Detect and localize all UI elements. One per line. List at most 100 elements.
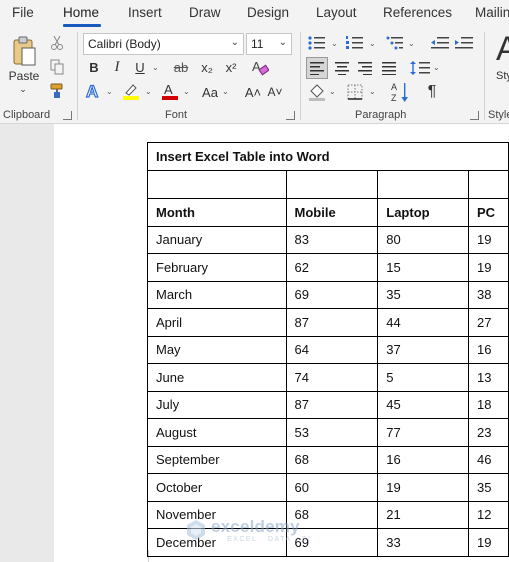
table-cell[interactable]: October [147, 473, 287, 502]
font-color-icon[interactable]: A [160, 81, 180, 101]
table-cell[interactable]: 87 [285, 308, 379, 337]
table-cell[interactable]: 19 [377, 473, 470, 502]
table-cell[interactable]: 19 [468, 528, 509, 557]
sort-icon[interactable]: AZ [388, 80, 414, 104]
table-cell[interactable]: 77 [377, 418, 470, 447]
font-launcher-icon[interactable] [286, 111, 295, 120]
tab-file[interactable]: File [12, 5, 34, 20]
subscript-button[interactable]: x₂ [198, 58, 216, 76]
table-cell[interactable]: 45 [377, 390, 470, 419]
styles-gallery-icon[interactable]: A [496, 30, 509, 68]
table-cell[interactable]: September [147, 445, 287, 474]
shading-icon[interactable] [307, 82, 327, 102]
paste-icon[interactable] [10, 36, 38, 68]
table-cell[interactable]: 16 [377, 445, 470, 474]
tab-design[interactable]: Design [247, 5, 289, 20]
table-cell[interactable]: 35 [468, 473, 509, 502]
numbering-icon[interactable] [345, 34, 365, 52]
table-cell[interactable]: June [147, 363, 287, 392]
align-left-button[interactable] [306, 57, 328, 79]
table-cell[interactable]: 69 [285, 528, 379, 557]
table-cell[interactable]: 87 [285, 390, 379, 419]
change-case-button[interactable]: Aa [199, 83, 221, 101]
font-name-combo[interactable]: Calibri (Body) ⌄ [83, 33, 244, 55]
align-center-icon[interactable] [331, 57, 353, 79]
paste-button[interactable]: Paste [6, 69, 42, 83]
table-cell[interactable]: 80 [377, 225, 470, 254]
shrink-font-button[interactable]: A˅ [266, 83, 284, 101]
bullets-dropdown-icon[interactable]: ⌄ [331, 39, 338, 48]
text-effects-icon[interactable]: A [84, 81, 104, 101]
table-cell[interactable]: 13 [468, 363, 509, 392]
table-cell[interactable]: 62 [285, 253, 379, 282]
shading-dropdown-icon[interactable]: ⌄ [329, 87, 336, 96]
tab-insert[interactable]: Insert [128, 5, 162, 20]
table-cell[interactable] [468, 170, 509, 199]
table-cell[interactable] [147, 170, 287, 199]
table-cell[interactable] [285, 170, 379, 199]
table-cell[interactable]: 83 [285, 225, 379, 254]
table-cell[interactable]: 38 [468, 280, 509, 309]
table-cell[interactable]: November [147, 500, 287, 529]
table-cell[interactable]: 21 [377, 500, 470, 529]
table-cell[interactable]: March [147, 280, 287, 309]
superscript-button[interactable]: x² [222, 58, 240, 76]
clear-formatting-icon[interactable]: A [250, 57, 270, 77]
paste-dropdown-icon[interactable]: ⌄ [17, 84, 29, 94]
data-table[interactable]: Insert Excel Table into Word Month Mobil… [147, 142, 509, 557]
bullets-icon[interactable] [307, 34, 327, 52]
table-cell[interactable]: 16 [468, 335, 509, 364]
table-cell[interactable]: 68 [285, 500, 379, 529]
tab-home[interactable]: Home [63, 5, 99, 20]
italic-button[interactable]: I [109, 58, 125, 76]
highlight-icon[interactable] [121, 81, 141, 101]
table-cell[interactable]: 5 [377, 363, 470, 392]
table-header-laptop[interactable]: Laptop [377, 198, 470, 227]
cut-icon[interactable] [48, 34, 66, 52]
strikethrough-button[interactable]: ab [170, 58, 192, 76]
table-cell[interactable]: April [147, 308, 287, 337]
table-header-pc[interactable]: PC [468, 198, 509, 227]
table-cell[interactable]: 74 [285, 363, 379, 392]
tab-mailings[interactable]: Mailin [475, 5, 509, 20]
table-cell[interactable]: 23 [468, 418, 509, 447]
grow-font-button[interactable]: A˄ [244, 83, 262, 101]
line-spacing-icon[interactable] [408, 57, 432, 79]
table-cell[interactable]: 35 [377, 280, 470, 309]
table-cell[interactable]: January [147, 225, 287, 254]
table-cell[interactable]: 19 [468, 225, 509, 254]
tab-references[interactable]: References [383, 5, 452, 20]
table-header-mobile[interactable]: Mobile [285, 198, 379, 227]
decrease-indent-icon[interactable] [430, 34, 450, 52]
table-cell[interactable]: 68 [285, 445, 379, 474]
change-case-dropdown-icon[interactable]: ⌄ [222, 87, 229, 96]
table-cell[interactable]: 64 [285, 335, 379, 364]
borders-dropdown-icon[interactable]: ⌄ [369, 87, 376, 96]
table-header-month[interactable]: Month [147, 198, 287, 227]
borders-icon[interactable] [345, 82, 365, 102]
table-cell[interactable]: 15 [377, 253, 470, 282]
table-cell[interactable] [377, 170, 470, 199]
table-cell[interactable]: 27 [468, 308, 509, 337]
multilevel-list-icon[interactable] [385, 34, 405, 52]
table-cell[interactable]: 46 [468, 445, 509, 474]
justify-icon[interactable] [378, 57, 400, 79]
table-cell[interactable]: 33 [377, 528, 470, 557]
line-spacing-dropdown-icon[interactable]: ⌄ [433, 63, 440, 72]
table-cell[interactable]: 69 [285, 280, 379, 309]
table-cell[interactable]: December [147, 528, 287, 557]
font-color-dropdown-icon[interactable]: ⌄ [183, 87, 190, 96]
paragraph-launcher-icon[interactable] [470, 111, 479, 120]
font-size-combo[interactable]: 11 ⌄ [246, 33, 292, 55]
table-cell[interactable]: 44 [377, 308, 470, 337]
table-cell[interactable]: July [147, 390, 287, 419]
highlight-dropdown-icon[interactable]: ⌄ [145, 87, 152, 96]
table-cell[interactable]: 18 [468, 390, 509, 419]
table-title[interactable]: Insert Excel Table into Word [147, 142, 509, 171]
copy-icon[interactable] [48, 58, 66, 76]
table-cell[interactable]: 60 [285, 473, 379, 502]
format-painter-icon[interactable] [47, 82, 67, 100]
clipboard-launcher-icon[interactable] [63, 111, 72, 120]
tab-layout[interactable]: Layout [316, 5, 357, 20]
bold-button[interactable]: B [86, 58, 102, 76]
